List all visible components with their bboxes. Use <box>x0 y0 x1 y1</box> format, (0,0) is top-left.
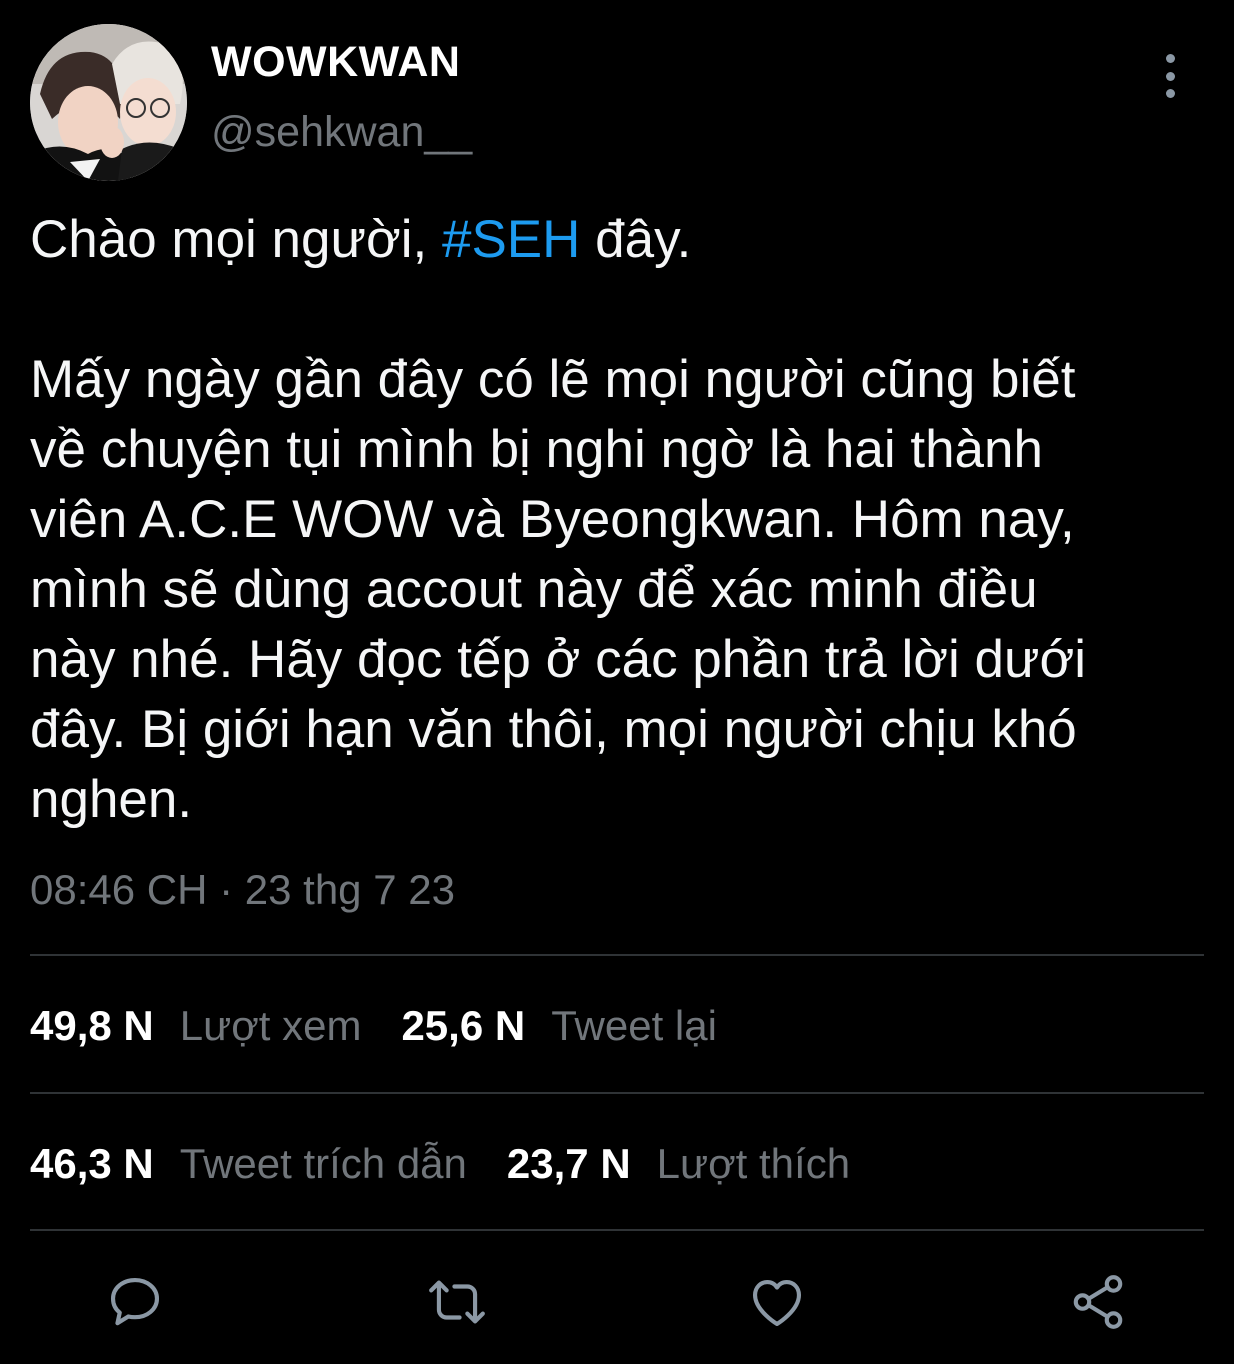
display-name[interactable]: WOWKWAN <box>211 38 461 87</box>
stats-row-1: 49,8 N Lượt xem 25,6 N Tweet lại <box>30 1002 757 1050</box>
retweet-icon <box>429 1280 485 1324</box>
views-count: 49,8 N <box>30 1002 154 1049</box>
share-button[interactable] <box>1058 1262 1138 1342</box>
like-button[interactable] <box>737 1262 817 1342</box>
views-stat[interactable]: 49,8 N Lượt xem <box>30 1002 361 1050</box>
reply-icon <box>110 1277 160 1326</box>
likes-stat[interactable]: 23,7 N Lượt thích <box>507 1140 850 1188</box>
quotes-stat[interactable]: 46,3 N Tweet trích dẫn <box>30 1140 467 1188</box>
retweets-count: 25,6 N <box>401 1002 526 1049</box>
likes-count: 23,7 N <box>506 1140 631 1187</box>
quotes-count: 46,3 N <box>30 1140 154 1187</box>
like-icon <box>752 1280 802 1327</box>
tweet-timestamp[interactable]: 08:46 CH · 23 thg 7 23 <box>30 866 455 914</box>
divider <box>30 1092 1204 1094</box>
divider <box>30 954 1204 956</box>
views-label: Lượt xem <box>179 1002 362 1049</box>
quotes-label: Tweet trích dẫn <box>179 1140 467 1187</box>
greeting-text: Chào mọi người, <box>30 210 442 269</box>
tweet-text: Chào mọi người, #SEH đây. Mấy ngày gần đ… <box>30 205 1210 835</box>
user-handle[interactable]: @sehkwan__ <box>211 108 472 157</box>
retweets-label: Tweet lại <box>551 1002 717 1049</box>
likes-label: Lượt thích <box>656 1140 851 1187</box>
retweets-stat[interactable]: 25,6 N Tweet lại <box>401 1002 717 1050</box>
retweet-button[interactable] <box>417 1262 497 1342</box>
dot <box>1165 71 1175 81</box>
action-bar <box>0 1262 1234 1342</box>
tweet-greeting: Chào mọi người, #SEH đây. <box>30 205 1210 275</box>
greeting-text-end: đây. <box>580 210 692 269</box>
avatar[interactable] <box>30 24 187 181</box>
divider <box>30 1229 1204 1231</box>
reply-button[interactable] <box>95 1262 175 1342</box>
dot <box>1165 89 1175 98</box>
stats-row-2: 46,3 N Tweet trích dẫn 23,7 N Lượt thích <box>30 1140 890 1188</box>
share-icon <box>1073 1275 1123 1329</box>
more-options-icon[interactable] <box>1148 48 1192 104</box>
tweet-body: Mấy ngày gần đây có lẽ mọi người cũng bi… <box>30 350 1087 829</box>
hashtag-link[interactable]: #SEH <box>442 210 580 269</box>
dot <box>1165 54 1175 63</box>
avatar-photo <box>30 24 187 181</box>
